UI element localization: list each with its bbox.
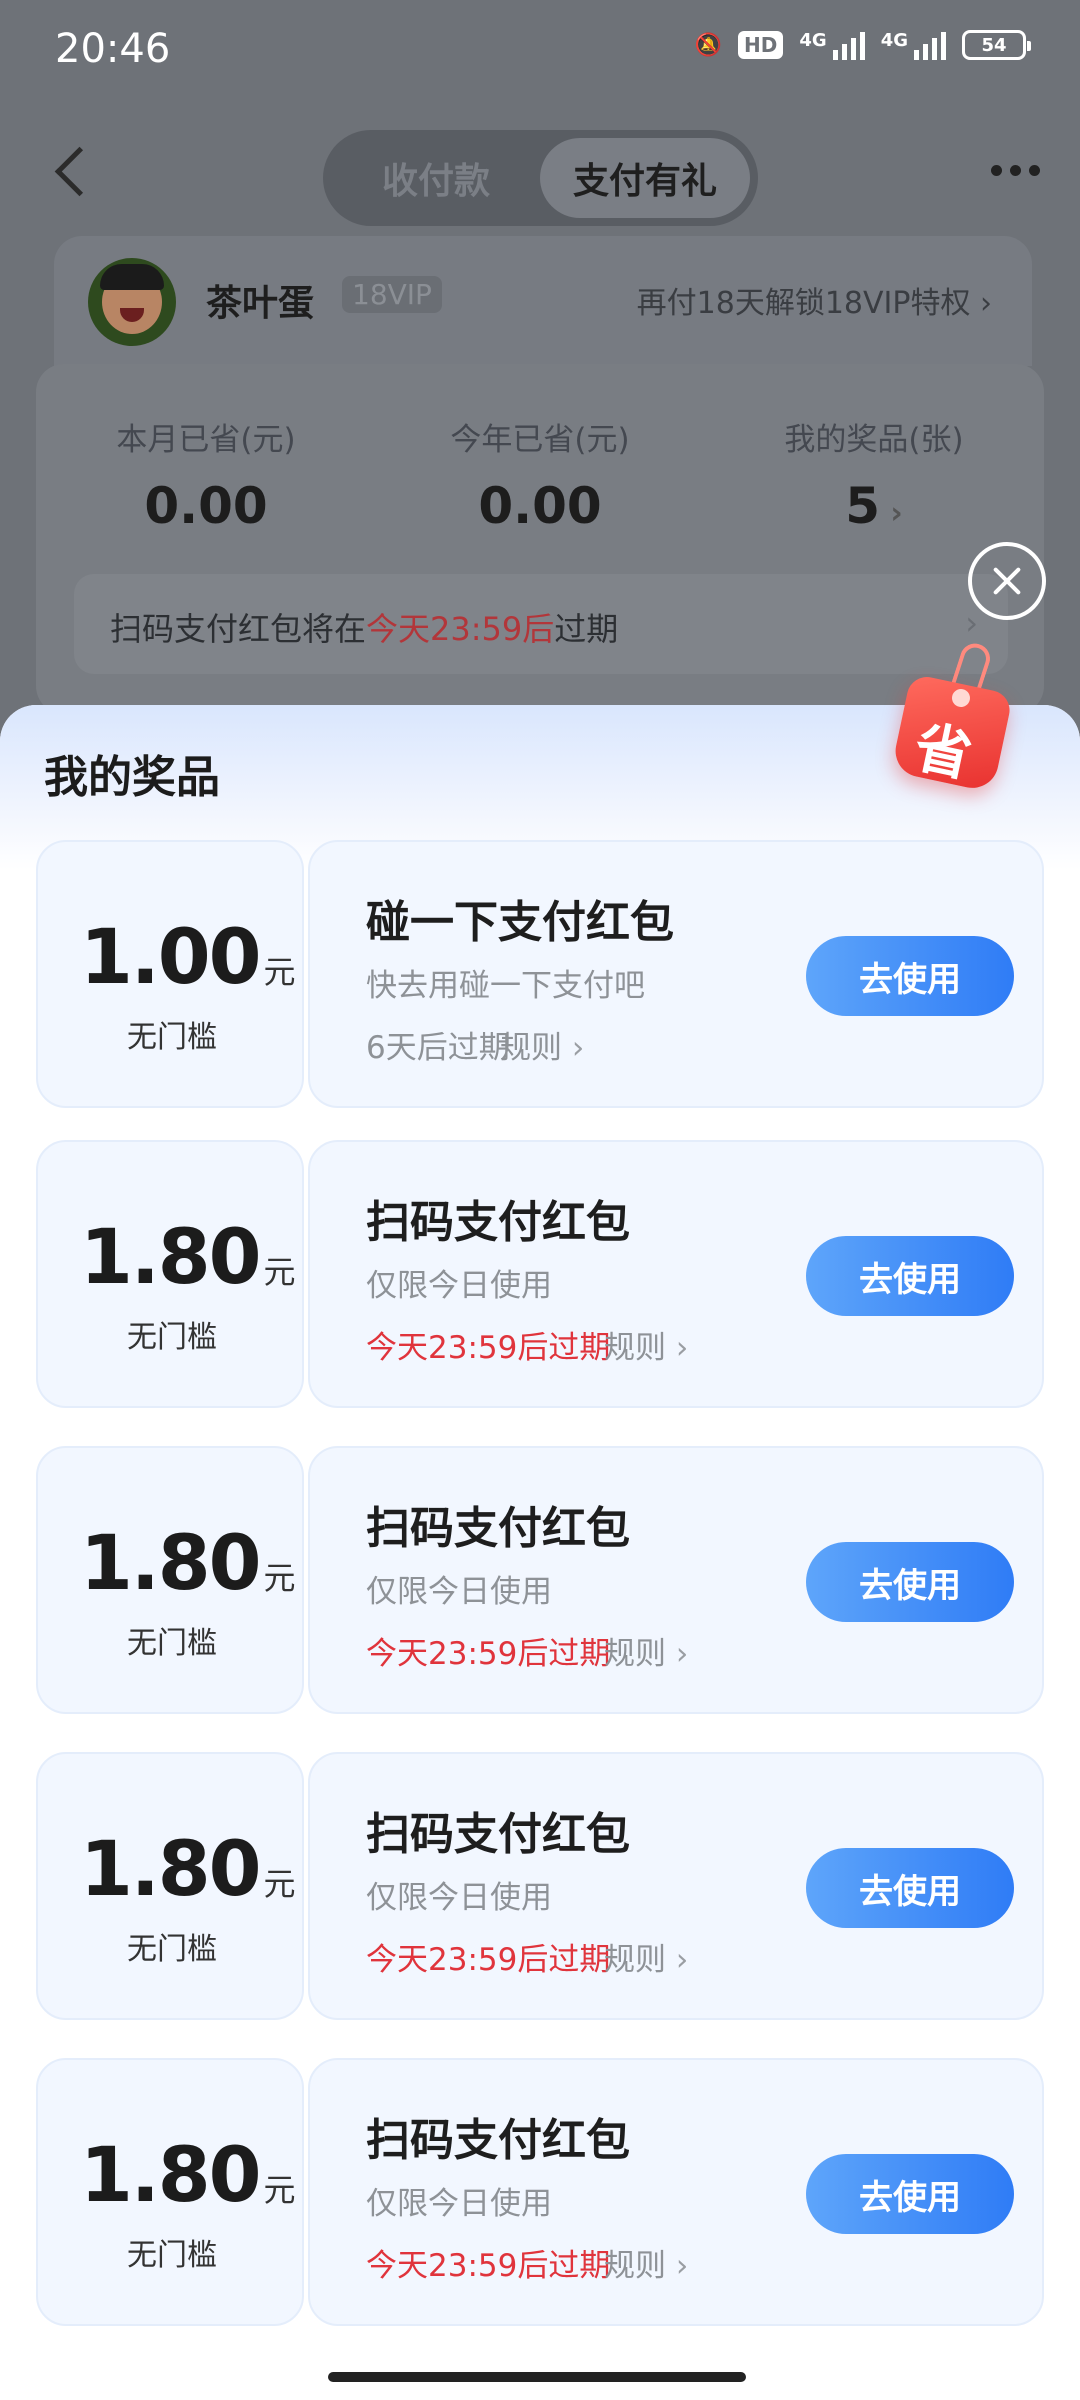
- coupon-rule-link[interactable]: 规则: [500, 1022, 584, 1067]
- tab-switch: 收付款 支付有礼: [323, 130, 758, 226]
- tab-pay-receive[interactable]: 收付款: [331, 138, 541, 218]
- coupon-rule-link[interactable]: 规则: [604, 1628, 688, 1673]
- use-button[interactable]: 去使用: [806, 1236, 1014, 1316]
- signal-icon-2: 4G: [881, 30, 946, 60]
- coupon-amount: 1.00: [80, 912, 262, 1001]
- coupon-title: 扫码支付红包: [366, 1197, 630, 1248]
- coupon-subtitle: 仅限今日使用: [366, 1880, 552, 1916]
- home-indicator[interactable]: [328, 2372, 746, 2382]
- coupon-title: 扫码支付红包: [366, 1503, 630, 1554]
- use-button[interactable]: 去使用: [806, 2154, 1014, 2234]
- coupon-rule-link[interactable]: 规则: [604, 2240, 688, 2285]
- coupon-threshold: 无门槛: [127, 1020, 217, 1055]
- coupon-threshold: 无门槛: [127, 2238, 217, 2273]
- coupon-card: 1.80元 无门槛 扫码支付红包 仅限今日使用 今天23:59后过期 规则 去使…: [36, 2058, 1044, 2326]
- use-button[interactable]: 去使用: [806, 1542, 1014, 1622]
- coupon-expire: 今天23:59后过期: [366, 2248, 611, 2284]
- coupon-info-panel: 扫码支付红包 仅限今日使用 今天23:59后过期 规则 去使用: [308, 2058, 1044, 2326]
- coupon-threshold: 无门槛: [127, 1320, 217, 1355]
- coupon-rule-link[interactable]: 规则: [604, 1322, 688, 1367]
- use-button[interactable]: 去使用: [806, 1848, 1014, 1928]
- coupon-title: 扫码支付红包: [366, 1809, 630, 1860]
- coupon-info-panel: 扫码支付红包 仅限今日使用 今天23:59后过期 规则 去使用: [308, 1752, 1044, 2020]
- vip-level-badge: 18VIP: [342, 276, 442, 313]
- coupon-amount: 1.80: [80, 2130, 262, 2219]
- coupon-info-panel: 扫码支付红包 仅限今日使用 今天23:59后过期 规则 去使用: [308, 1140, 1044, 1408]
- hd-icon: HD: [738, 31, 784, 59]
- user-name: 茶叶蛋: [206, 283, 315, 324]
- coupon-title: 碰一下支付红包: [366, 897, 674, 948]
- coupon-amount-panel: 1.80 元 无门槛: [36, 2058, 304, 2326]
- coupon-card: 1.00元 无门槛 碰一下支付红包 快去用碰一下支付吧 6天后过期 规则 去使用: [36, 840, 1044, 1108]
- vip-card[interactable]: 茶叶蛋 18VIP 再付18天解锁18VIP特权 ›: [54, 236, 1032, 366]
- prizes-sheet: 我的奖品 省 1.00 元 无门槛 碰一下支付红包 快去用碰一下支付吧 6天后过期…: [0, 639, 1080, 2400]
- coupon-subtitle: 仅限今日使用: [366, 1574, 552, 1610]
- stat-year-saved: 今年已省(元) 0.00: [450, 422, 630, 535]
- vip-hint[interactable]: 再付18天解锁18VIP特权 ›: [637, 278, 992, 322]
- sheet-title: 我的奖品: [44, 752, 220, 803]
- savings-tag-icon: 省: [880, 639, 1020, 793]
- coupon-amount: 1.80: [80, 1212, 262, 1301]
- coupon-expire: 今天23:59后过期: [366, 1636, 611, 1672]
- coupon-info-panel: 碰一下支付红包 快去用碰一下支付吧 6天后过期 规则 去使用: [308, 840, 1044, 1108]
- close-icon[interactable]: [968, 542, 1046, 620]
- coupon-amount: 1.80: [80, 1824, 262, 1913]
- chevron-right-icon: ›: [965, 604, 978, 642]
- status-bar: 20:46 🔕 HD 4G 4G 54: [0, 0, 1080, 100]
- coupon-title: 扫码支付红包: [366, 2115, 630, 2166]
- mute-vibrate-icon: 🔕: [694, 32, 723, 58]
- coupon-card: 1.80元 无门槛 扫码支付红包 仅限今日使用 今天23:59后过期 规则 去使…: [36, 1446, 1044, 1714]
- coupon-threshold: 无门槛: [127, 1932, 217, 1967]
- coupon-card: 1.80元 无门槛 扫码支付红包 仅限今日使用 今天23:59后过期 规则 去使…: [36, 1140, 1044, 1408]
- coupon-amount-panel: 1.80 元 无门槛: [36, 1140, 304, 1408]
- coupon-expire: 6天后过期: [366, 1030, 510, 1066]
- expiry-notice[interactable]: 扫码支付红包将在今天23:59后过期 ›: [74, 574, 1008, 674]
- coupon-amount: 1.80: [80, 1518, 262, 1607]
- stat-month-saved: 本月已省(元) 0.00: [116, 422, 296, 535]
- coupon-card: 1.80元 无门槛 扫码支付红包 仅限今日使用 今天23:59后过期 规则 去使…: [36, 1752, 1044, 2020]
- coupon-subtitle: 快去用碰一下支付吧: [366, 968, 645, 1004]
- coupon-rule-link[interactable]: 规则: [604, 1934, 688, 1979]
- coupon-expire: 今天23:59后过期: [366, 1942, 611, 1978]
- status-time: 20:46: [55, 26, 171, 72]
- coupon-expire: 今天23:59后过期: [366, 1330, 611, 1366]
- back-icon[interactable]: [48, 142, 98, 202]
- tab-pay-rewards[interactable]: 支付有礼: [540, 138, 750, 218]
- coupon-subtitle: 仅限今日使用: [366, 1268, 552, 1304]
- signal-icon: 4G: [799, 30, 865, 60]
- avatar: [88, 258, 176, 346]
- stat-my-prizes[interactable]: 我的奖品(张) 5: [724, 414, 1024, 535]
- coupon-amount-panel: 1.00 元 无门槛: [36, 840, 304, 1108]
- coupon-amount-panel: 1.80 元 无门槛: [36, 1752, 304, 2020]
- more-icon[interactable]: [991, 165, 1040, 176]
- coupon-threshold: 无门槛: [127, 1626, 217, 1661]
- coupon-subtitle: 仅限今日使用: [366, 2186, 552, 2222]
- coupon-info-panel: 扫码支付红包 仅限今日使用 今天23:59后过期 规则 去使用: [308, 1446, 1044, 1714]
- battery-icon: 54: [962, 30, 1031, 60]
- coupon-amount-panel: 1.80 元 无门槛: [36, 1446, 304, 1714]
- status-icons: 🔕 HD 4G 4G 54: [694, 30, 1031, 60]
- use-button[interactable]: 去使用: [806, 936, 1014, 1016]
